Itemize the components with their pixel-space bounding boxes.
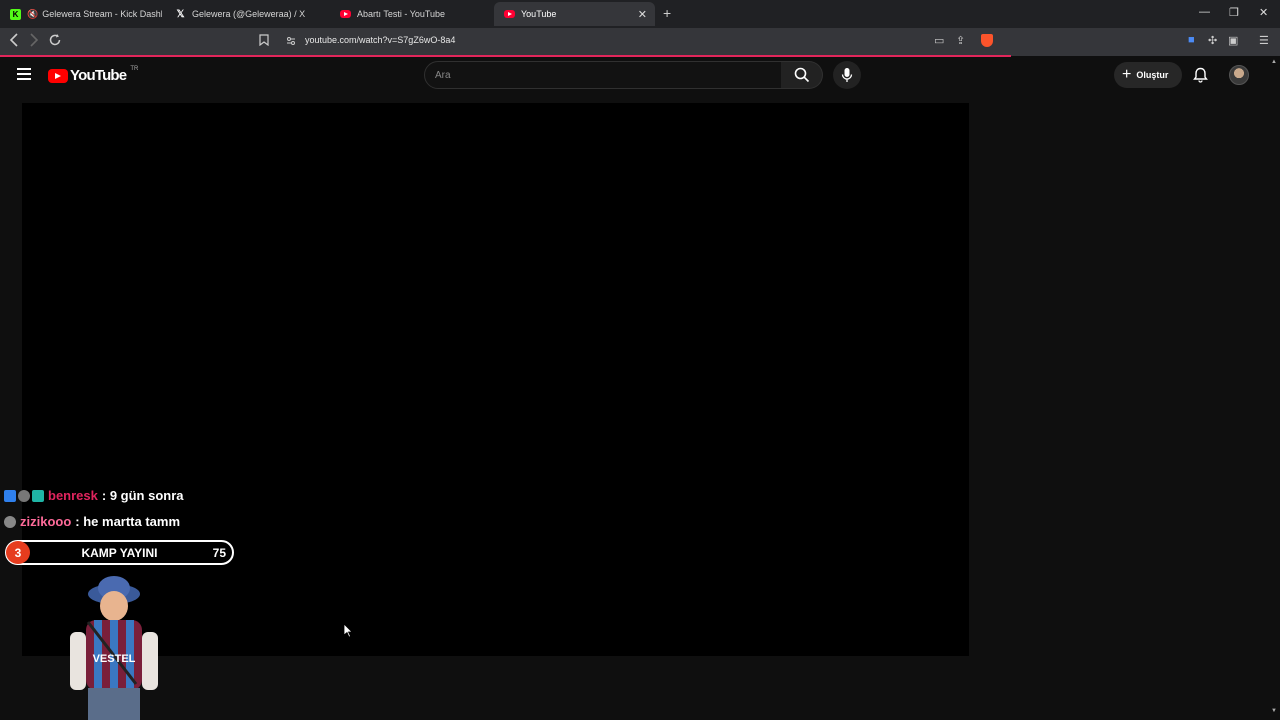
scroll-up-arrow-icon[interactable]: ▲ bbox=[1271, 59, 1277, 65]
chat-badge-icon bbox=[18, 489, 30, 502]
youtube-play-icon bbox=[48, 68, 68, 83]
browser-menu-icon[interactable]: ☰ bbox=[1259, 34, 1269, 47]
reload-button[interactable] bbox=[48, 33, 62, 50]
url-text[interactable]: youtube.com/watch?v=S7gZ6wO-8a4 bbox=[305, 35, 455, 45]
chat-badge-icon bbox=[32, 489, 44, 502]
notifications-bell-icon[interactable] bbox=[1193, 67, 1208, 88]
search-input[interactable]: Ara bbox=[424, 61, 782, 89]
muted-speaker-icon[interactable]: 🔇 bbox=[27, 9, 38, 20]
plus-icon: + bbox=[1122, 66, 1132, 83]
extensions-puzzle-icon[interactable]: ✣ bbox=[1208, 34, 1217, 47]
youtube-icon bbox=[504, 10, 515, 18]
tab-title: YouTube bbox=[521, 9, 557, 19]
country-code: TR bbox=[130, 65, 139, 72]
search-button[interactable] bbox=[781, 61, 823, 89]
window-close-button[interactable]: ✕ bbox=[1259, 6, 1268, 19]
create-label: Oluştur bbox=[1136, 70, 1169, 80]
forward-button[interactable] bbox=[29, 33, 39, 50]
goal-level: 3 bbox=[6, 541, 30, 564]
tab-title: Abartı Testi - YouTube bbox=[357, 9, 446, 19]
tab-title: Gelewera Stream - Kick Dashboar bbox=[42, 9, 162, 19]
chat-username: zizikooo bbox=[20, 514, 72, 529]
chat-text: : 9 gün sonra bbox=[101, 488, 184, 503]
search-icon bbox=[794, 67, 809, 83]
close-tab-icon[interactable]: ✕ bbox=[638, 8, 647, 21]
account-avatar[interactable] bbox=[1229, 65, 1249, 85]
streamer-cutout-image: VESTEL bbox=[70, 576, 158, 720]
youtube-icon bbox=[340, 10, 351, 18]
back-button[interactable] bbox=[9, 33, 19, 50]
microphone-icon bbox=[841, 68, 853, 82]
tab-title: Gelewera (@Geleweraa) / X bbox=[192, 9, 306, 19]
tab-kick-dashboard[interactable]: K 🔇 Gelewera Stream - Kick Dashboar bbox=[0, 2, 162, 26]
tab-youtube-active[interactable]: YouTube ✕ bbox=[494, 2, 655, 26]
cast-icon[interactable]: ▭ bbox=[934, 34, 944, 47]
tab-abarti-testi[interactable]: Abartı Testi - YouTube bbox=[330, 2, 495, 26]
search-placeholder: Ara bbox=[435, 69, 451, 81]
tab-x-profile[interactable]: 𝕏 Gelewera (@Geleweraa) / X bbox=[165, 2, 330, 26]
video-player[interactable] bbox=[22, 103, 969, 656]
logo-text: YouTube bbox=[70, 67, 127, 84]
chat-message: benresk : 9 gün sonra bbox=[4, 488, 184, 503]
extension-icon[interactable]: ■ bbox=[1188, 34, 1195, 46]
bookmark-icon[interactable] bbox=[259, 34, 269, 49]
minimize-button[interactable]: — bbox=[1199, 6, 1210, 18]
goal-count: 75 bbox=[212, 546, 226, 560]
chat-badge-icon bbox=[4, 515, 16, 528]
kick-icon: K bbox=[10, 8, 21, 20]
site-info-icon[interactable] bbox=[286, 36, 296, 49]
voice-search-button[interactable] bbox=[833, 61, 861, 89]
kid-shirt-text: VESTEL bbox=[93, 653, 136, 665]
scroll-down-arrow-icon[interactable]: ▼ bbox=[1271, 708, 1277, 714]
hamburger-menu-icon[interactable] bbox=[17, 68, 31, 83]
mouse-cursor-icon bbox=[343, 623, 353, 638]
restore-button[interactable]: ❐ bbox=[1229, 6, 1239, 19]
new-tab-button[interactable]: + bbox=[663, 5, 671, 21]
chat-badge-icon bbox=[4, 489, 16, 502]
chat-username: benresk bbox=[48, 488, 98, 503]
goal-label: KAMP YAYINI bbox=[81, 546, 158, 560]
stream-goal-bar: KAMP YAYINI 3 75 bbox=[5, 540, 234, 565]
create-button[interactable]: + Oluştur bbox=[1114, 62, 1182, 88]
page-load-progress bbox=[0, 55, 1011, 57]
youtube-logo[interactable]: YouTube TR bbox=[48, 65, 139, 84]
chat-message: zizikooo : he martta tamm bbox=[4, 514, 180, 529]
sidebar-icon[interactable]: ▣ bbox=[1228, 34, 1238, 47]
x-icon: 𝕏 bbox=[176, 8, 185, 20]
chat-text: : he martta tamm bbox=[75, 514, 181, 529]
browser-tab-bar: K 🔇 Gelewera Stream - Kick Dashboar 𝕏 Ge… bbox=[0, 0, 1280, 28]
brave-shield-icon[interactable] bbox=[981, 34, 993, 47]
share-icon[interactable]: ⇪ bbox=[956, 34, 965, 47]
